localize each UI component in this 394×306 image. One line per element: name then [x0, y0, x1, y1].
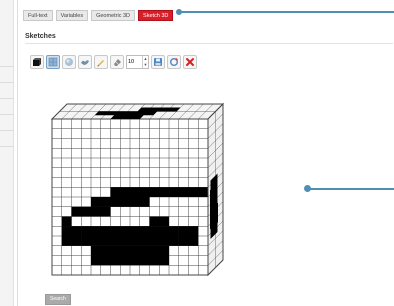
filled-voxel[interactable]: [61, 226, 82, 246]
tab-variables[interactable]: Variables: [55, 10, 89, 21]
filled-voxel[interactable]: [94, 111, 158, 116]
bird-icon[interactable]: [78, 55, 92, 69]
size-spinner[interactable]: ▲ ▼: [142, 56, 148, 68]
divider: [25, 43, 393, 44]
tab-sketch-3d[interactable]: Sketch 3D: [138, 10, 174, 21]
filled-voxel[interactable]: [91, 245, 169, 266]
left-panel-row: [0, 114, 13, 115]
left-panel-row: [0, 98, 13, 99]
filled-voxel[interactable]: [81, 226, 179, 236]
cube-icon[interactable]: [30, 55, 44, 69]
accent-line-top: [178, 11, 394, 13]
accent-dot-top: [176, 9, 182, 15]
filled-voxel[interactable]: [110, 187, 209, 197]
filled-voxel[interactable]: [61, 216, 72, 227]
left-panel-row: [0, 82, 13, 83]
left-panel-row: [0, 146, 13, 147]
eraser-icon[interactable]: [110, 55, 124, 69]
main-panel: Full-text Variables Geometric 3D Sketch …: [17, 0, 394, 306]
tab-bar: Full-text Variables Geometric 3D Sketch …: [23, 10, 174, 21]
filled-voxel[interactable]: [137, 107, 181, 112]
sphere-icon[interactable]: [62, 55, 76, 69]
sketch-toolbar: ▲ ▼: [30, 54, 197, 70]
filled-voxel[interactable]: [149, 216, 170, 227]
section-title: Sketches: [25, 33, 56, 40]
chevron-down-icon[interactable]: ▼: [143, 62, 148, 68]
tab-full-text[interactable]: Full-text: [23, 10, 53, 21]
tab-geometric-3d[interactable]: Geometric 3D: [91, 10, 136, 21]
filled-voxel[interactable]: [71, 206, 111, 217]
close-icon[interactable]: [183, 55, 197, 69]
voxel-sketch-canvas[interactable]: [28, 79, 233, 286]
left-panel-row: [0, 130, 13, 131]
filled-voxel[interactable]: [178, 226, 199, 246]
accent-dot-right: [304, 185, 311, 192]
accent-line-right: [307, 188, 394, 190]
filled-voxel[interactable]: [81, 236, 179, 246]
refresh-icon[interactable]: [167, 55, 181, 69]
save-icon[interactable]: [151, 55, 165, 69]
left-panel-edge: [0, 0, 14, 306]
grid-icon[interactable]: [46, 55, 60, 69]
size-stepper[interactable]: ▲ ▼: [126, 55, 149, 69]
pencil-icon[interactable]: [94, 55, 108, 69]
size-input[interactable]: [127, 56, 142, 68]
filled-voxel[interactable]: [91, 197, 150, 207]
left-panel-row: [0, 66, 13, 67]
search-button[interactable]: Search: [45, 294, 71, 305]
filled-voxel[interactable]: [110, 115, 144, 119]
